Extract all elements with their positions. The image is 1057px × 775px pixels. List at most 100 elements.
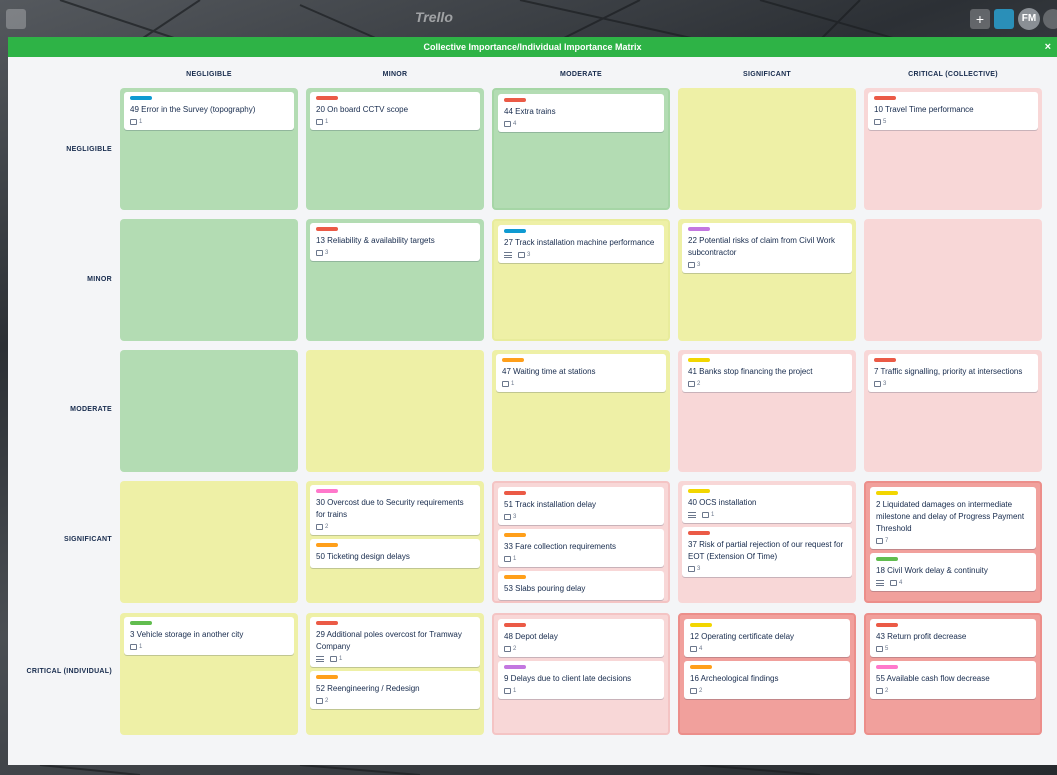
card-label[interactable] <box>130 621 152 625</box>
matrix-cell[interactable]: 2 Liquidated damages on intermediate mil… <box>864 481 1042 603</box>
card-label[interactable] <box>688 531 710 535</box>
description-icon <box>688 512 696 518</box>
card-label[interactable] <box>502 358 524 362</box>
risk-card[interactable]: 53 Slabs pouring delay <box>498 571 664 600</box>
comment-icon <box>876 688 883 694</box>
matrix-cell[interactable]: 30 Overcost due to Security requirements… <box>306 481 484 603</box>
risk-card[interactable]: 49 Error in the Survey (topography) 1 <box>124 92 294 130</box>
risk-card[interactable]: 27 Track installation machine performanc… <box>498 225 664 263</box>
risk-card[interactable]: 10 Travel Time performance 5 <box>868 92 1038 130</box>
card-label[interactable] <box>874 96 896 100</box>
card-badges: 1 <box>130 119 288 125</box>
card-label[interactable] <box>316 96 338 100</box>
matrix-cell[interactable]: 51 Track installation delay 3 33 Fare coll… <box>492 481 670 603</box>
comment-icon <box>874 381 881 387</box>
card-label[interactable] <box>876 665 898 669</box>
matrix-cell[interactable] <box>120 481 298 603</box>
comment-badge: 1 <box>316 119 328 125</box>
risk-card[interactable]: 52 Reengineering / Redesign 2 <box>310 671 480 709</box>
card-label[interactable] <box>690 623 712 627</box>
card-label[interactable] <box>876 491 898 495</box>
avatar[interactable]: FM <box>1018 8 1040 30</box>
matrix-cell[interactable] <box>120 219 298 341</box>
risk-card[interactable]: 30 Overcost due to Security requirements… <box>310 485 480 535</box>
matrix-cell[interactable]: 12 Operating certificate delay 4 16 Archeo… <box>678 613 856 735</box>
risk-card[interactable]: 18 Civil Work delay & continuity 4 <box>870 553 1036 591</box>
row-header-critical-individual: CRITICAL (INDIVIDUAL) <box>26 668 112 675</box>
card-label[interactable] <box>316 675 338 679</box>
notifications-icon[interactable] <box>994 9 1014 29</box>
risk-card[interactable]: 50 Ticketing design delays <box>310 539 480 568</box>
matrix-cell[interactable]: 27 Track installation machine performanc… <box>492 219 670 341</box>
comment-badge: 2 <box>316 698 328 704</box>
card-label[interactable] <box>504 98 526 102</box>
risk-card[interactable]: 16 Archeological findings 2 <box>684 661 850 699</box>
card-label[interactable] <box>876 623 898 627</box>
risk-card[interactable]: 20 On board CCTV scope 1 <box>310 92 480 130</box>
risk-card[interactable]: 48 Depot delay 2 <box>498 619 664 657</box>
matrix-cell[interactable]: 49 Error in the Survey (topography) 1 <box>120 88 298 210</box>
comment-icon <box>688 381 695 387</box>
card-label[interactable] <box>504 665 526 669</box>
risk-card[interactable]: 47 Waiting time at stations 1 <box>496 354 666 392</box>
risk-card[interactable]: 3 Vehicle storage in another city 1 <box>124 617 294 655</box>
card-label[interactable] <box>316 227 338 231</box>
card-label[interactable] <box>690 665 712 669</box>
risk-card[interactable]: 55 Available cash flow decrease 2 <box>870 661 1036 699</box>
matrix-cell[interactable]: 10 Travel Time performance 5 <box>864 88 1042 210</box>
create-button[interactable]: + <box>970 9 990 29</box>
risk-card[interactable]: 33 Fare collection requirements 1 <box>498 529 664 567</box>
card-label[interactable] <box>504 229 526 233</box>
risk-card[interactable]: 9 Delays due to client late decisions 1 <box>498 661 664 699</box>
risk-card[interactable]: 43 Return profit decrease 5 <box>870 619 1036 657</box>
card-label[interactable] <box>130 96 152 100</box>
close-icon[interactable]: × <box>1045 37 1051 57</box>
risk-card[interactable]: 12 Operating certificate delay 4 <box>684 619 850 657</box>
card-label[interactable] <box>504 491 526 495</box>
matrix-cell[interactable]: 44 Extra trains 4 <box>492 88 670 210</box>
card-title: 41 Banks stop financing the project <box>688 367 813 376</box>
risk-card[interactable]: 22 Potential risks of claim from Civil W… <box>682 223 852 273</box>
matrix-cell[interactable]: 43 Return profit decrease 5 55 Available c… <box>864 613 1042 735</box>
comment-count: 2 <box>699 688 703 694</box>
matrix-cell[interactable]: 29 Additional poles overcost for Tramway… <box>306 613 484 735</box>
card-label[interactable] <box>688 489 710 493</box>
card-badges: 3 <box>504 252 658 258</box>
matrix-cell[interactable] <box>864 219 1042 341</box>
matrix-cell[interactable]: 47 Waiting time at stations 1 <box>492 350 670 472</box>
card-label[interactable] <box>316 621 338 625</box>
matrix-cell[interactable]: 40 OCS installation 1 37 Risk of partial r… <box>678 481 856 603</box>
matrix-cell[interactable]: 48 Depot delay 2 9 Delays due to client la… <box>492 613 670 735</box>
comment-badge: 4 <box>504 121 516 127</box>
card-label[interactable] <box>316 543 338 547</box>
card-label[interactable] <box>316 489 338 493</box>
card-label[interactable] <box>504 575 526 579</box>
matrix-cell[interactable]: 3 Vehicle storage in another city 1 <box>120 613 298 735</box>
matrix-cell[interactable]: 22 Potential risks of claim from Civil W… <box>678 219 856 341</box>
card-label[interactable] <box>688 358 710 362</box>
card-label[interactable] <box>874 358 896 362</box>
risk-card[interactable]: 40 OCS installation 1 <box>682 485 852 523</box>
risk-card[interactable]: 29 Additional poles overcost for Tramway… <box>310 617 480 667</box>
risk-card[interactable]: 44 Extra trains 4 <box>498 94 664 132</box>
risk-card[interactable]: 41 Banks stop financing the project 2 <box>682 354 852 392</box>
card-label[interactable] <box>688 227 710 231</box>
risk-card[interactable]: 2 Liquidated damages on intermediate mil… <box>870 487 1036 549</box>
risk-card[interactable]: 37 Risk of partial rejection of our requ… <box>682 527 852 577</box>
search-icon[interactable] <box>6 9 26 29</box>
matrix-cell[interactable] <box>678 88 856 210</box>
matrix-cell[interactable]: 20 On board CCTV scope 1 <box>306 88 484 210</box>
matrix-cell[interactable] <box>120 350 298 472</box>
card-label[interactable] <box>504 623 526 627</box>
info-icon[interactable] <box>1043 9 1057 29</box>
matrix-cell[interactable]: 41 Banks stop financing the project 2 <box>678 350 856 472</box>
matrix-cell[interactable]: 13 Reliability & availability targets 3 <box>306 219 484 341</box>
trello-logo[interactable]: Trello <box>415 9 453 25</box>
risk-card[interactable]: 7 Traffic signalling, priority at inters… <box>868 354 1038 392</box>
matrix-cell[interactable] <box>306 350 484 472</box>
risk-card[interactable]: 13 Reliability & availability targets 3 <box>310 223 480 261</box>
card-label[interactable] <box>876 557 898 561</box>
matrix-cell[interactable]: 7 Traffic signalling, priority at inters… <box>864 350 1042 472</box>
card-label[interactable] <box>504 533 526 537</box>
risk-card[interactable]: 51 Track installation delay 3 <box>498 487 664 525</box>
